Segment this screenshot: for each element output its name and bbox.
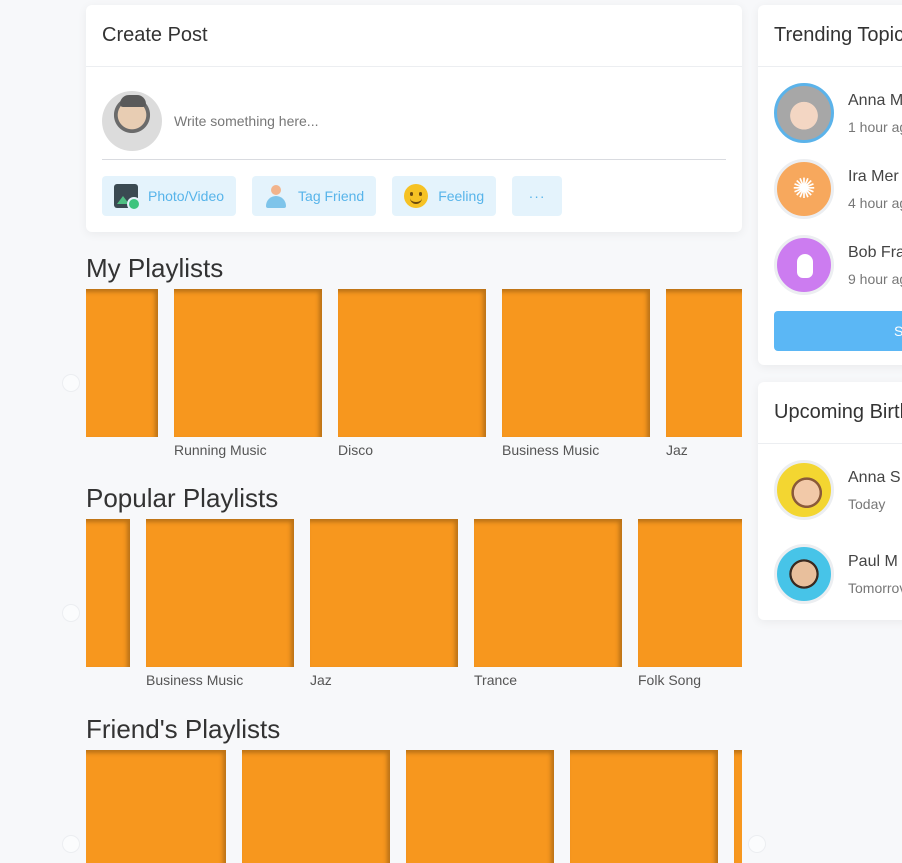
birthday-date: Tomorrov xyxy=(848,579,902,596)
feeling-label: Feeling xyxy=(438,188,485,204)
playlist-cover xyxy=(474,519,622,667)
person-name: Anna S xyxy=(848,468,901,486)
playlist-cover xyxy=(502,289,650,437)
person-name: Bob Fra xyxy=(848,243,902,261)
post-input[interactable] xyxy=(174,112,574,129)
playlist-caption: Running Music xyxy=(174,442,267,458)
playlist-tile[interactable] xyxy=(406,750,554,863)
playlist-tile[interactable]: Jaz xyxy=(310,519,458,688)
post-input-row xyxy=(102,82,726,160)
birthday-person[interactable]: Anna S Today xyxy=(774,460,900,520)
photo-video-button[interactable]: Photo/Video xyxy=(102,176,237,216)
playlist-caption: Business Music xyxy=(146,672,244,688)
popular-playlists-row: Business Music Jaz Trance Folk Song xyxy=(86,519,742,694)
my-playlists-title: My Playlists xyxy=(86,253,224,283)
feeling-icon xyxy=(404,184,429,208)
tag-friend-button[interactable]: Tag Friend xyxy=(252,176,377,216)
person-name: Anna M xyxy=(848,91,902,109)
playlist-tile[interactable]: Folk Song xyxy=(638,519,742,688)
person-time: 9 hour ag xyxy=(848,270,902,287)
playlist-caption: Trance xyxy=(474,672,518,688)
birthday-person[interactable]: Paul M Tomorrov xyxy=(774,544,902,604)
playlist-tile[interactable]: Running Music xyxy=(174,289,322,458)
page: Create Post Photo/Video Tag Friend Feeli… xyxy=(0,0,902,863)
create-post-title: Create Post xyxy=(86,5,742,67)
playlist-caption: Disco xyxy=(338,442,374,458)
playlist-cover xyxy=(86,519,130,667)
create-post-card: Create Post Photo/Video Tag Friend Feeli… xyxy=(86,5,742,232)
playlist-cover xyxy=(570,750,718,863)
playlist-tile[interactable]: Business Music xyxy=(502,289,650,458)
playlist-cover xyxy=(174,289,322,437)
avatar xyxy=(774,544,834,604)
photo-video-icon xyxy=(114,184,141,211)
playlist-cover xyxy=(734,750,742,863)
avatar xyxy=(774,235,834,295)
trending-topic-title: Trending Topic xyxy=(758,5,902,67)
playlist-tile[interactable]: Business Music xyxy=(146,519,294,688)
trending-person[interactable]: Bob Fra 9 hour ag xyxy=(774,235,902,295)
playlist-tile[interactable]: Trance xyxy=(474,519,622,688)
playlist-tile[interactable] xyxy=(570,750,718,863)
playlist-tile[interactable]: Jaz xyxy=(666,289,742,458)
playlist-tile[interactable] xyxy=(86,289,158,442)
playlist-tile[interactable] xyxy=(86,750,226,863)
playlist-cover xyxy=(338,289,486,437)
tag-friend-icon xyxy=(264,184,288,208)
playlist-tile[interactable] xyxy=(242,750,390,863)
my-playlists-row: Running Music Disco Business Music Jaz xyxy=(86,289,742,464)
person-time: 1 hour ag xyxy=(848,118,902,135)
photo-video-label: Photo/Video xyxy=(148,188,225,204)
playlist-tile[interactable]: Disco xyxy=(338,289,486,458)
carousel-prev-arrow[interactable] xyxy=(62,604,80,622)
trending-person[interactable]: Ira Mer 4 hour ag xyxy=(774,159,902,219)
upcoming-birthdays-title: Upcoming Birth xyxy=(758,382,902,444)
trending-person[interactable]: Anna M 1 hour ag xyxy=(774,83,902,143)
playlist-cover xyxy=(86,750,226,863)
playlist-caption: Business Music xyxy=(502,442,600,458)
playlist-cover xyxy=(638,519,742,667)
feeling-button[interactable]: Feeling xyxy=(392,176,497,216)
playlist-tile[interactable] xyxy=(734,750,742,863)
more-button[interactable]: ··· xyxy=(512,176,563,216)
playlist-cover xyxy=(666,289,742,437)
playlist-cover xyxy=(242,750,390,863)
playlist-tile[interactable] xyxy=(86,519,130,672)
popular-playlists-title: Popular Playlists xyxy=(86,483,279,513)
playlist-cover xyxy=(146,519,294,667)
playlist-caption: Folk Song xyxy=(638,672,702,688)
post-actions: Photo/Video Tag Friend Feeling ··· xyxy=(102,176,563,216)
person-time: 4 hour ag xyxy=(848,194,902,211)
user-avatar[interactable] xyxy=(102,90,162,151)
birthday-date: Today xyxy=(848,495,886,512)
playlist-cover xyxy=(86,289,158,437)
upcoming-birthdays-card: Upcoming Birth Anna S Today Paul M Tomor… xyxy=(758,382,902,620)
person-name: Paul M xyxy=(848,552,898,570)
avatar xyxy=(774,83,834,143)
friends-playlists-title: Friend's Playlists xyxy=(86,714,281,744)
carousel-prev-arrow[interactable] xyxy=(62,374,80,392)
avatar xyxy=(774,460,834,520)
person-name: Ira Mer xyxy=(848,167,899,185)
playlist-caption: Jaz xyxy=(310,672,332,688)
playlist-caption: Jaz xyxy=(666,442,688,458)
playlist-cover xyxy=(406,750,554,863)
see-all-button[interactable]: S xyxy=(774,311,902,351)
carousel-next-arrow[interactable] xyxy=(748,835,766,853)
trending-topic-card: Trending Topic Anna M 1 hour ag Ira Mer … xyxy=(758,5,902,365)
tag-friend-label: Tag Friend xyxy=(298,188,365,204)
carousel-prev-arrow[interactable] xyxy=(62,835,80,853)
more-icon: ··· xyxy=(528,188,546,204)
friends-playlists-row xyxy=(86,750,742,863)
playlist-cover xyxy=(310,519,458,667)
avatar xyxy=(774,159,834,219)
